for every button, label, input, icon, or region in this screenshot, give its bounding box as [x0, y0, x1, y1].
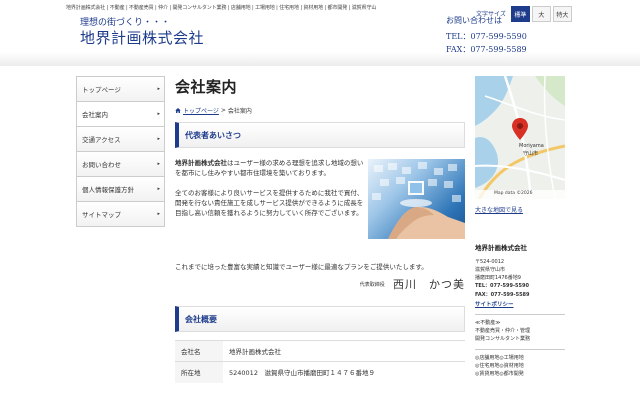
home-icon	[175, 108, 181, 113]
greeting-paragraph-1: 地界計画株式会社はユーザー様の求める理想を追求し地域の想いを都市にし住みやすい都…	[175, 158, 365, 178]
table-key: 会社名	[175, 340, 223, 362]
sidebar-company-name: 地界計画株式会社	[475, 244, 527, 252]
nav-item-label: 交通アクセス	[82, 136, 121, 144]
business-line-1: 不動産売買・仲介・管理	[475, 328, 531, 334]
greeting-photo	[368, 159, 465, 239]
nav-item-sitemap[interactable]: サイトマップ ▸	[76, 202, 165, 227]
nav-item-label: 個人情報保護方針	[82, 186, 134, 194]
arrow-right-icon: ▸	[157, 86, 160, 92]
sidebar-address: 〒524-0012 滋賀県守山市 播磨田町1476番地9	[475, 258, 565, 282]
business-line-2: 開発コンサルタント業務	[475, 336, 531, 342]
breadcrumb-separator: >	[220, 107, 226, 114]
nav-item-access[interactable]: 交通アクセス ▸	[76, 127, 165, 152]
signature-role: 代表取締役	[359, 281, 385, 288]
table-value: 5240012 滋賀県守山市播磨田町１４７６番地９	[223, 361, 465, 383]
sidebar-addr-line1: 滋賀県守山市	[475, 267, 506, 273]
signature: 代表取締役 西川 かつ美	[175, 276, 465, 292]
nav-item-label: サイトマップ	[82, 211, 121, 219]
side-navigation: トップページ ▸ 会社案内 ▸ 交通アクセス ▸ お問い合わせ ▸ 個人情報保護…	[76, 76, 165, 227]
map-label-jp: 守山市	[523, 151, 539, 157]
sidebar-divider	[475, 349, 565, 350]
keyword-strip: 地界計画株式会社 | 不動産 | 不動産売買 | 仲介 | 開発コンサルタント業…	[66, 5, 377, 11]
greeting-paragraph-3: これまでに培った豊富な実績と知識でユーザー様に最適なプランをご提供いたします。	[175, 263, 428, 271]
sidebar-postal: 〒524-0012	[475, 259, 505, 265]
arrow-right-icon: ▸	[157, 136, 160, 142]
page-title: 会社案内	[175, 78, 238, 96]
greeting-section: 地界計画株式会社はユーザー様の求める理想を追求し地域の想いを都市にし住みやすい都…	[175, 158, 465, 291]
site-header: 地界計画株式会社 | 不動産 | 不動産売買 | 仲介 | 開発コンサルタント業…	[0, 0, 640, 66]
breadcrumb-home-link[interactable]: トップページ	[183, 106, 219, 115]
sidebar-divider	[475, 314, 565, 315]
signature-name: 西川 かつ美	[393, 278, 465, 291]
contact-fax: FAX：077-599-5589	[446, 45, 527, 54]
site-policy-link[interactable]: サイトポリシー	[475, 302, 514, 308]
map-graphic	[475, 76, 565, 199]
nav-item-label: トップページ	[82, 86, 121, 94]
land-use-line-1: ◎店舗用地◎工場用地	[475, 355, 524, 361]
land-use-line-2: ◎住宅用地◎資材用地	[475, 363, 524, 369]
overview-heading: 会社概要	[175, 306, 465, 332]
header-shadow	[0, 52, 640, 66]
breadcrumb-current: 会社案内	[227, 108, 252, 115]
main-content: 会社案内 トップページ > 会社案内 代表者あいさつ 地界計画株式会社はユーザー…	[175, 76, 465, 383]
greeting-text: 地界計画株式会社はユーザー様の求める理想を追求し地域の想いを都市にし住みやすい都…	[175, 158, 365, 228]
company-logo[interactable]: 地界計画株式会社	[80, 27, 204, 48]
nav-item-company[interactable]: 会社案内 ▸	[76, 102, 165, 127]
land-use-line-3: ◎賃貸用地◎都市開発	[475, 371, 524, 377]
hand-cubes-illustration	[372, 162, 465, 239]
map-label-en: Moriyama	[519, 143, 544, 149]
table-row: 所在地 5240012 滋賀県守山市播磨田町１４７６番地９	[175, 361, 465, 383]
nav-item-label: 会社案内	[82, 111, 108, 119]
google-map[interactable]: Moriyama 守山市 Map data ©2026	[475, 76, 565, 199]
table-row: 会社名 地界計画株式会社	[175, 340, 465, 362]
greeting-company-name: 地界計画株式会社	[175, 159, 227, 167]
font-size-xlarge-button[interactable]: 特大	[552, 6, 572, 22]
font-size-large-button[interactable]: 大	[531, 6, 551, 22]
contact-title: お問い合わせは	[446, 16, 502, 25]
header-contact: お問い合わせは TEL：077-599-5590 FAX：077-599-558…	[446, 15, 527, 56]
arrow-right-icon: ▸	[157, 161, 160, 167]
large-map-link[interactable]: 大きな地図で見る	[475, 205, 565, 214]
right-sidebar: Moriyama 守山市 Map data ©2026 大きな地図で見る 地界計…	[475, 76, 565, 378]
nav-item-contact[interactable]: お問い合わせ ▸	[76, 152, 165, 177]
arrow-right-icon: ▸	[157, 186, 160, 192]
nav-item-top[interactable]: トップページ ▸	[76, 77, 165, 102]
contact-tel[interactable]: TEL：077-599-5590	[446, 30, 527, 43]
nav-item-label: お問い合わせ	[82, 161, 121, 169]
breadcrumb: トップページ > 会社案内	[175, 106, 465, 115]
sidebar-fax: FAX：077-599-5589	[475, 292, 530, 298]
sidebar-tel: TEL：077-599-5590	[475, 283, 529, 289]
map-attribution: Map data ©2026	[494, 191, 533, 196]
sidebar-addr-line2: 播磨田町1476番地9	[475, 275, 521, 281]
table-value: 地界計画株式会社	[223, 340, 465, 362]
business-title: ≪不動産≫	[475, 320, 501, 326]
nav-item-privacy[interactable]: 個人情報保護方針 ▸	[76, 177, 165, 202]
arrow-right-icon: ▸	[157, 211, 160, 217]
table-key: 所在地	[175, 361, 223, 383]
greeting-paragraph-2: 全てのお客様により良いサービスを提供するために我社で買付、開発を行ない責任施工を…	[175, 189, 364, 217]
company-overview-table: 会社名 地界計画株式会社 所在地 5240012 滋賀県守山市播磨田町１４７６番…	[175, 340, 465, 383]
arrow-right-icon: ▸	[157, 111, 160, 117]
greeting-heading: 代表者あいさつ	[175, 122, 465, 148]
